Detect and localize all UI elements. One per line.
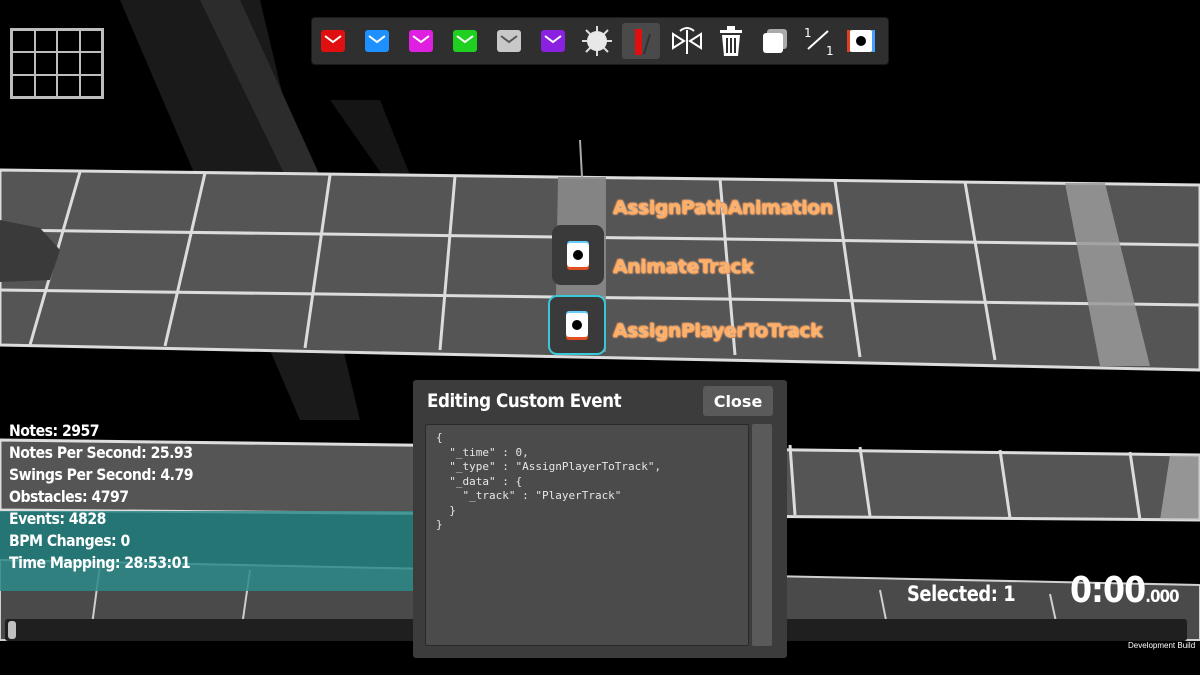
selected-count: Selected: 1: [907, 582, 1016, 606]
event-icon[interactable]: [842, 23, 880, 59]
event-light-icon: [567, 243, 589, 267]
stat-obstacles: Obstacles: 4797: [9, 487, 129, 506]
song-time-main: 0:00: [1070, 570, 1146, 611]
precision-bottom: 1: [826, 44, 834, 57]
event-block[interactable]: [552, 225, 604, 285]
event-block-selected[interactable]: [548, 295, 606, 355]
event-label: AssignPlayerToTrack: [613, 320, 823, 342]
stat-bpm-changes: BPM Changes: 0: [9, 531, 130, 550]
wall-icon[interactable]: [622, 23, 660, 59]
purple-note-icon[interactable]: [534, 23, 572, 59]
timeline-handle[interactable]: [8, 621, 16, 639]
grid-view-icon[interactable]: [10, 28, 104, 99]
event-light-icon: [566, 313, 588, 337]
event-label: AnimateTrack: [613, 256, 754, 278]
green-note-icon[interactable]: [446, 23, 484, 59]
stat-notes-per-second: Notes Per Second: 25.93: [9, 443, 193, 462]
placement-toolbar: 1 1: [312, 18, 888, 64]
white-note-icon[interactable]: [490, 23, 528, 59]
stat-events: Events: 4828: [9, 509, 106, 528]
stat-time-mapping: Time Mapping: 28:53:01: [9, 553, 191, 572]
song-time: 0:00.000: [1070, 570, 1180, 611]
event-label: AssignPathAnimation: [613, 197, 833, 219]
custom-event-dialog: Editing Custom Event Close { "_time" : 0…: [413, 380, 787, 658]
development-build-label: Development Build: [1128, 641, 1196, 650]
song-time-ms: .000: [1145, 587, 1179, 607]
red-note-icon[interactable]: [314, 23, 352, 59]
copy-icon[interactable]: [756, 23, 794, 59]
json-editor[interactable]: { "_time" : 0, "_type" : "AssignPlayerTo…: [425, 424, 749, 646]
json-text[interactable]: { "_time" : 0, "_type" : "AssignPlayerTo…: [436, 431, 661, 533]
stat-notes: Notes: 2957: [9, 421, 100, 440]
editor-scrollbar[interactable]: [752, 424, 772, 646]
precision-top: 1: [804, 26, 812, 40]
close-button[interactable]: Close: [703, 386, 773, 416]
bomb-icon[interactable]: [578, 23, 616, 59]
blue-note-icon[interactable]: [358, 23, 396, 59]
stat-swings-per-second: Swings Per Second: 4.79: [9, 465, 194, 484]
trash-icon[interactable]: [712, 23, 750, 59]
magenta-note-icon[interactable]: [402, 23, 440, 59]
dialog-title: Editing Custom Event: [427, 390, 622, 412]
mirror-icon[interactable]: [668, 23, 706, 59]
precision-icon[interactable]: 1 1: [800, 23, 838, 59]
